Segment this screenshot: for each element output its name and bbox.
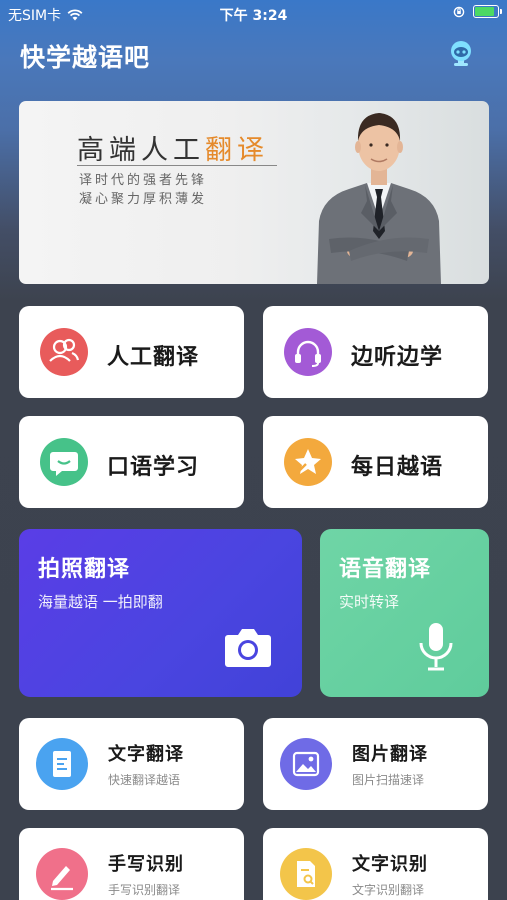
feature-human-translation[interactable]: 人工翻译 [19, 306, 244, 398]
camera-icon [222, 621, 274, 673]
app-title: 快学越语吧 [20, 43, 151, 72]
app-screen: 无SIM卡 下午 3:24 快学越语吧 高端人工翻译 译时代的强者先锋 凝心聚力… [0, 0, 507, 900]
pen-icon [36, 848, 88, 900]
voice-translation-subtitle: 实时转译 [339, 593, 400, 611]
banner-title: 高端人工翻译 [77, 128, 269, 167]
orientation-lock-icon [453, 6, 465, 18]
image-translation-title: 图片翻译 [352, 744, 428, 765]
image-translation-subtitle: 图片扫描速译 [352, 773, 425, 787]
chat-icon [40, 438, 88, 486]
feature-label: 每日越语 [351, 455, 444, 480]
text-translation-subtitle: 快速翻译越语 [108, 773, 181, 787]
customer-service-robot-icon[interactable] [447, 40, 475, 68]
status-bar: 无SIM卡 下午 3:24 [0, 0, 507, 28]
app-header: 快学越语吧 [0, 28, 507, 78]
photo-translation-card[interactable]: 拍照翻译 海量越语 一拍即翻 [19, 529, 302, 697]
businessman-illustration [309, 101, 449, 284]
feature-daily-vietnamese[interactable]: 每日越语 [263, 416, 488, 508]
promo-banner[interactable]: 高端人工翻译 译时代的强者先锋 凝心聚力厚积薄发 [19, 101, 489, 284]
banner-slogan-1: 译时代的强者先锋 [79, 173, 208, 188]
handwriting-recognition-card[interactable]: 手写识别 手写识别翻译 [19, 828, 244, 900]
photo-translation-title: 拍照翻译 [38, 557, 131, 582]
image-translation-card[interactable]: 图片翻译 图片扫描速译 [263, 718, 488, 810]
text-recognition-subtitle: 文字识别翻译 [352, 883, 425, 897]
handwriting-recognition-subtitle: 手写识别翻译 [108, 883, 181, 897]
text-translation-card[interactable]: 文字翻译 快速翻译越语 [19, 718, 244, 810]
headset-icon [284, 328, 332, 376]
feature-spoken-learning[interactable]: 口语学习 [19, 416, 244, 508]
feature-listen-learn[interactable]: 边听边学 [263, 306, 488, 398]
banner-title-prefix: 高端人工 [77, 135, 205, 166]
star-icon [284, 438, 332, 486]
banner-divider [77, 165, 277, 166]
document-icon [36, 738, 88, 790]
battery-icon [473, 5, 502, 18]
feature-label: 口语学习 [107, 455, 200, 480]
feature-label: 边听边学 [351, 345, 444, 370]
photo-translation-subtitle: 海量越语 一拍即翻 [38, 593, 163, 611]
handwriting-recognition-title: 手写识别 [108, 854, 184, 875]
feature-label: 人工翻译 [107, 345, 200, 370]
banner-title-highlight: 翻译 [205, 135, 269, 166]
image-icon [280, 738, 332, 790]
voice-translation-card[interactable]: 语音翻译 实时转译 [320, 529, 489, 697]
status-time: 下午 3:24 [219, 8, 288, 24]
people-icon [40, 328, 88, 376]
voice-translation-title: 语音翻译 [339, 557, 432, 582]
text-recognition-card[interactable]: 文字识别 文字识别翻译 [263, 828, 488, 900]
scan-document-icon [280, 848, 332, 900]
text-translation-title: 文字翻译 [108, 744, 184, 765]
microphone-icon [414, 619, 458, 675]
banner-slogan-2: 凝心聚力厚积薄发 [79, 192, 208, 207]
text-recognition-title: 文字识别 [352, 854, 428, 875]
